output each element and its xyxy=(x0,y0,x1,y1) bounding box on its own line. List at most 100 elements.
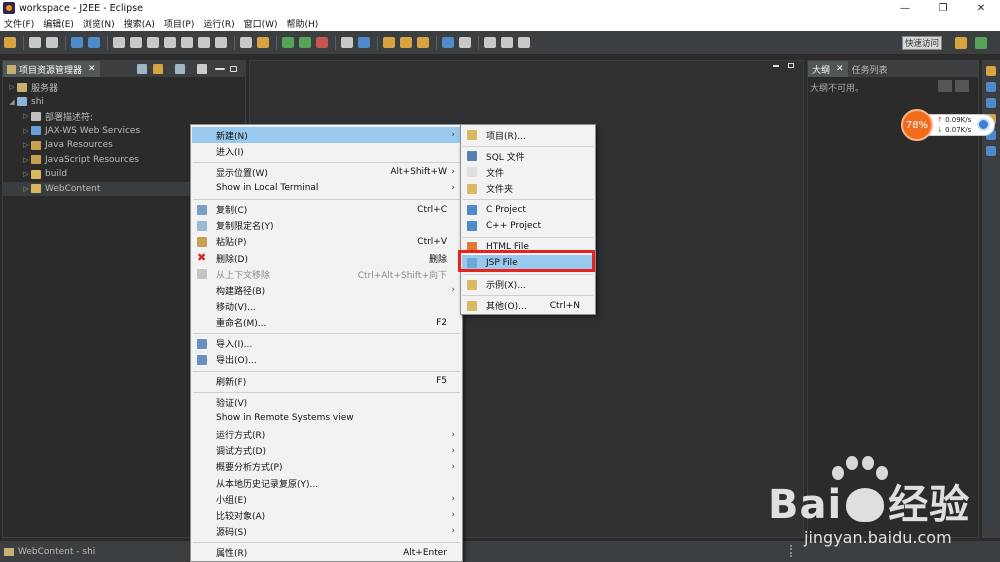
collapsed-arrow-icon[interactable]: ▷ xyxy=(21,127,31,135)
menu-project[interactable]: 项目(P) xyxy=(164,17,194,30)
debug-icon[interactable] xyxy=(282,37,294,48)
menu-item[interactable]: 粘贴(P) Ctrl+V xyxy=(192,234,461,250)
java-ee-perspective-icon[interactable] xyxy=(975,37,987,49)
menu-item[interactable]: 验证(V) xyxy=(192,394,461,410)
menu-item[interactable]: Show in Local Terminal › xyxy=(192,180,461,196)
perspective-icon[interactable] xyxy=(986,66,996,76)
menu-item[interactable]: 导出(O)... xyxy=(192,352,461,368)
menu-run[interactable]: 运行(R) xyxy=(203,17,234,30)
collapsed-arrow-icon[interactable]: ▷ xyxy=(21,156,31,164)
memory-percent-badge[interactable]: 78% xyxy=(901,109,933,141)
tree-item[interactable]: ▷ 服务器 xyxy=(3,80,245,95)
new-server-icon[interactable] xyxy=(341,37,353,48)
menu-item[interactable]: C Project xyxy=(462,202,594,218)
menu-item[interactable]: 示例(X)... xyxy=(462,277,594,293)
disconnect-icon[interactable] xyxy=(164,37,176,48)
mark-occurrences-icon[interactable] xyxy=(257,37,269,48)
menu-item[interactable]: 源码(S) › xyxy=(192,523,461,539)
menu-item[interactable]: 移动(V)... xyxy=(192,299,461,315)
collapsed-arrow-icon[interactable]: ▷ xyxy=(21,141,31,149)
search-icon[interactable] xyxy=(417,37,429,48)
collapsed-arrow-icon[interactable]: ▷ xyxy=(21,170,31,178)
menu-item[interactable]: Show in Remote Systems view xyxy=(192,410,461,426)
view-menu-icon[interactable] xyxy=(197,64,207,74)
tab-outline[interactable]: 大纲 ✕ xyxy=(808,61,848,77)
step-over-icon[interactable] xyxy=(198,37,210,48)
outline-menu-icon[interactable] xyxy=(938,80,952,92)
menu-window[interactable]: 窗口(W) xyxy=(244,17,278,30)
tab-project-explorer[interactable]: 项目资源管理器 ✕ xyxy=(3,61,100,77)
menu-item[interactable]: 小组(E) › xyxy=(192,491,461,507)
forward-icon[interactable] xyxy=(518,37,530,48)
minimize-editor-icon[interactable] xyxy=(773,65,779,67)
data-source-icon[interactable] xyxy=(986,146,996,156)
menu-item[interactable]: ✖ 删除(D) 删除 xyxy=(192,250,461,266)
toggle-icon[interactable] xyxy=(240,37,252,48)
tree-item[interactable]: ◢ shi xyxy=(3,95,245,110)
menu-navigate[interactable]: 浏览(N) xyxy=(83,17,115,30)
save-icon[interactable] xyxy=(29,37,41,48)
menu-item[interactable]: 导入(I)... xyxy=(192,336,461,352)
filter-icon[interactable] xyxy=(175,64,185,74)
servers-icon[interactable] xyxy=(986,98,996,108)
minimize-button[interactable]: — xyxy=(886,0,924,16)
network-speed-widget[interactable]: 78% 0.09K/s 0.07K/s xyxy=(901,109,997,141)
run-icon[interactable] xyxy=(299,37,311,48)
collapsed-arrow-icon[interactable]: ▷ xyxy=(7,83,17,91)
menu-file[interactable]: 文件(F) xyxy=(4,17,34,30)
menu-item[interactable]: 文件夹 xyxy=(462,181,594,197)
maximize-editor-icon[interactable] xyxy=(788,63,794,68)
back-icon[interactable] xyxy=(501,37,513,48)
maximize-view-icon[interactable] xyxy=(230,66,237,72)
menu-item[interactable]: 其他(O)... Ctrl+N xyxy=(462,298,594,314)
print-icon[interactable] xyxy=(71,37,83,48)
menu-item[interactable]: 构建路径(B) › xyxy=(192,282,461,298)
security-shield-icon[interactable] xyxy=(977,118,990,131)
menu-item[interactable]: 属性(R) Alt+Enter xyxy=(192,545,461,561)
menu-item[interactable]: 复制限定名(Y) xyxy=(192,218,461,234)
quick-access-field[interactable]: 快速访问 xyxy=(902,36,942,50)
tree-item[interactable]: ▷ 部署描述符: xyxy=(3,109,245,124)
terminate-icon[interactable] xyxy=(147,37,159,48)
new-icon[interactable] xyxy=(4,37,16,48)
open-type-icon[interactable] xyxy=(383,37,395,48)
view-menu-icon[interactable] xyxy=(955,80,969,92)
collapsed-arrow-icon[interactable]: ▷ xyxy=(21,185,31,193)
open-task-icon[interactable] xyxy=(400,37,412,48)
menu-item[interactable]: 显示位置(W) Alt+Shift+W › xyxy=(192,164,461,180)
menu-item[interactable]: 刷新(F) F5 xyxy=(192,373,461,389)
close-icon[interactable]: ✕ xyxy=(836,64,844,74)
menu-search[interactable]: 搜索(A) xyxy=(124,17,155,30)
web-browser-icon[interactable] xyxy=(442,37,454,48)
server-icon[interactable] xyxy=(88,37,100,48)
external-tools-icon[interactable] xyxy=(316,37,328,48)
link-with-editor-icon[interactable] xyxy=(153,64,163,74)
menu-item[interactable]: 复制(C) Ctrl+C xyxy=(192,202,461,218)
menu-item[interactable]: 重命名(M)... F2 xyxy=(192,315,461,331)
menu-item[interactable]: 从本地历史记录复原(Y)... xyxy=(192,475,461,491)
menu-item[interactable]: SQL 文件 xyxy=(462,148,594,164)
menu-help[interactable]: 帮助(H) xyxy=(287,17,319,30)
next-annotation-icon[interactable] xyxy=(484,37,496,48)
new-class-icon[interactable] xyxy=(358,37,370,48)
menu-item[interactable]: 概要分析方式(P) › xyxy=(192,459,461,475)
save-all-icon[interactable] xyxy=(46,37,58,48)
maximize-button[interactable]: ❐ xyxy=(924,0,962,16)
step-return-icon[interactable] xyxy=(215,37,227,48)
menu-item[interactable]: 进入(I) xyxy=(192,143,461,159)
close-button[interactable]: ✕ xyxy=(962,0,1000,16)
menu-item[interactable]: 调试方式(D) › xyxy=(192,443,461,459)
tab-task-list[interactable]: 任务列表 xyxy=(848,63,892,76)
close-icon[interactable]: ✕ xyxy=(88,64,96,74)
menu-edit[interactable]: 编辑(E) xyxy=(43,17,74,30)
expanded-arrow-icon[interactable]: ◢ xyxy=(7,98,17,106)
suspend-icon[interactable] xyxy=(130,37,142,48)
properties-icon[interactable] xyxy=(986,82,996,92)
menu-item[interactable]: 运行方式(R) › xyxy=(192,427,461,443)
menu-item[interactable]: 比较对象(A) › xyxy=(192,507,461,523)
collapsed-arrow-icon[interactable]: ▷ xyxy=(21,112,31,120)
menu-item[interactable]: 新建(N) › xyxy=(192,127,461,143)
menu-item[interactable]: C++ Project xyxy=(462,218,594,234)
menu-item[interactable]: 项目(R)... xyxy=(462,127,594,143)
open-perspective-icon[interactable] xyxy=(955,37,967,49)
